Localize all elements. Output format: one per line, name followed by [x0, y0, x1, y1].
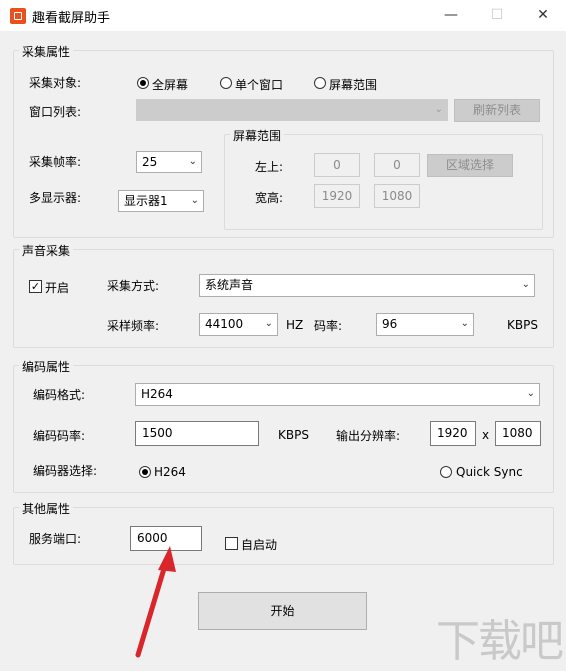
annotation-arrow: [135, 546, 176, 658]
watermark-logo: 下载吧: [436, 616, 564, 667]
